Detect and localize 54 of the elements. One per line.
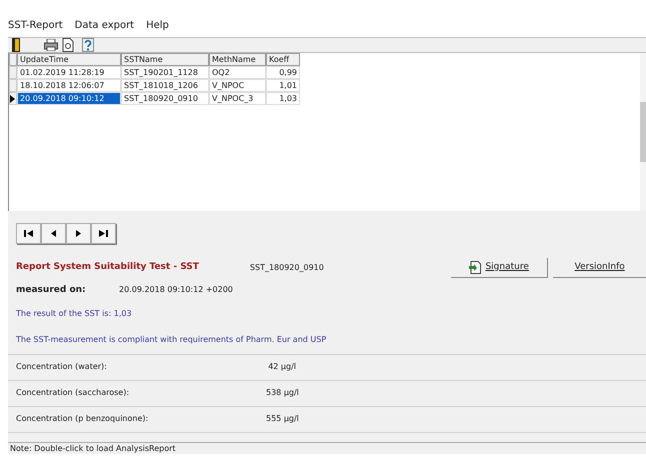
first-record-icon bbox=[24, 230, 33, 237]
table-cell: SST_180920_0910 bbox=[121, 92, 209, 105]
table-row[interactable]: 18.10.2018 12:06:07 SST_181018_1206 V_NPOC 1,01 bbox=[9, 79, 640, 92]
concentration-label: Concentration (water): bbox=[16, 361, 108, 373]
row-pointer-icon bbox=[10, 94, 15, 102]
table-row[interactable]: 20.09.2018 09:10:12 SST_180920_0910 V_NPOC_3 1,03 bbox=[9, 92, 640, 105]
table-cell: SST_181018_1206 bbox=[121, 79, 209, 92]
version-info-button[interactable]: VersionInfo bbox=[553, 258, 646, 278]
menu-item[interactable]: Help bbox=[146, 18, 169, 33]
table-cell: 20.09.2018 09:10:12 bbox=[17, 92, 121, 105]
table-row[interactable]: 01.02.2019 11:28:19 SST_190201_1128 OQ2 0,99 bbox=[9, 66, 640, 79]
status-bar: Note: Double-click to load AnalysisReport bbox=[8, 442, 646, 454]
concentration-label: Concentration (saccharose): bbox=[16, 387, 130, 399]
previous-record-icon bbox=[51, 230, 56, 237]
concentration-value: 42 µg/l bbox=[267, 361, 296, 373]
scrollbar-thumb[interactable] bbox=[640, 102, 646, 162]
measured-value: 20.09.2018 09:10:12 +0200 bbox=[119, 284, 233, 296]
document-icon bbox=[469, 261, 482, 274]
table-cell: V_NPOC_3 bbox=[209, 92, 266, 105]
signature-button[interactable]: Signature bbox=[450, 258, 548, 278]
row-indicator[interactable] bbox=[9, 92, 17, 105]
column-header[interactable]: UpdateTime bbox=[17, 53, 121, 66]
table-cell: SST_190201_1128 bbox=[121, 66, 209, 79]
menu-item[interactable]: Data export bbox=[74, 18, 134, 33]
navigator-button[interactable] bbox=[16, 223, 41, 244]
next-record-icon bbox=[76, 230, 81, 237]
table-cell: 1,01 bbox=[266, 79, 300, 92]
concentration-value: 538 µg/l bbox=[266, 387, 296, 399]
column-header[interactable]: SSTName bbox=[121, 53, 209, 66]
sst-name: SST_180920_0910 bbox=[250, 262, 325, 274]
measured-label: measured on: bbox=[16, 284, 87, 297]
help-icon[interactable] bbox=[82, 38, 94, 52]
table-cell: V_NPOC bbox=[209, 79, 266, 92]
table-cell: 01.02.2019 11:28:19 bbox=[17, 66, 121, 79]
exit-door-icon[interactable] bbox=[12, 38, 20, 52]
table-cell: 1,03 bbox=[266, 92, 300, 105]
column-header[interactable]: MethName bbox=[209, 53, 266, 66]
menu-item[interactable]: SST-Report bbox=[8, 18, 63, 33]
report-title: Report System Suitability Test - SST bbox=[16, 261, 200, 274]
print-icon[interactable] bbox=[44, 39, 58, 51]
last-record-icon bbox=[99, 230, 108, 237]
concentration-label: Concentration (p benzoquinone): bbox=[16, 413, 150, 425]
concentration-value: 555 µg/l bbox=[266, 413, 296, 425]
column-header[interactable]: Koeff bbox=[266, 53, 300, 66]
navigator-button[interactable] bbox=[91, 223, 116, 244]
compliance-text: The SST-measurement is compliant with requirements of Pharm. Eur and USP bbox=[16, 334, 328, 346]
navigator-button[interactable] bbox=[66, 223, 91, 244]
result-text: The result of the SST is: 1,03 bbox=[16, 308, 133, 320]
scrollbar[interactable] bbox=[640, 53, 646, 211]
page-preview-icon[interactable] bbox=[62, 38, 74, 52]
table-cell: 0,99 bbox=[266, 66, 300, 79]
table-cell: OQ2 bbox=[209, 66, 266, 79]
table-cell: 18.10.2018 12:06:07 bbox=[17, 79, 121, 92]
navigator-button[interactable] bbox=[41, 223, 66, 244]
